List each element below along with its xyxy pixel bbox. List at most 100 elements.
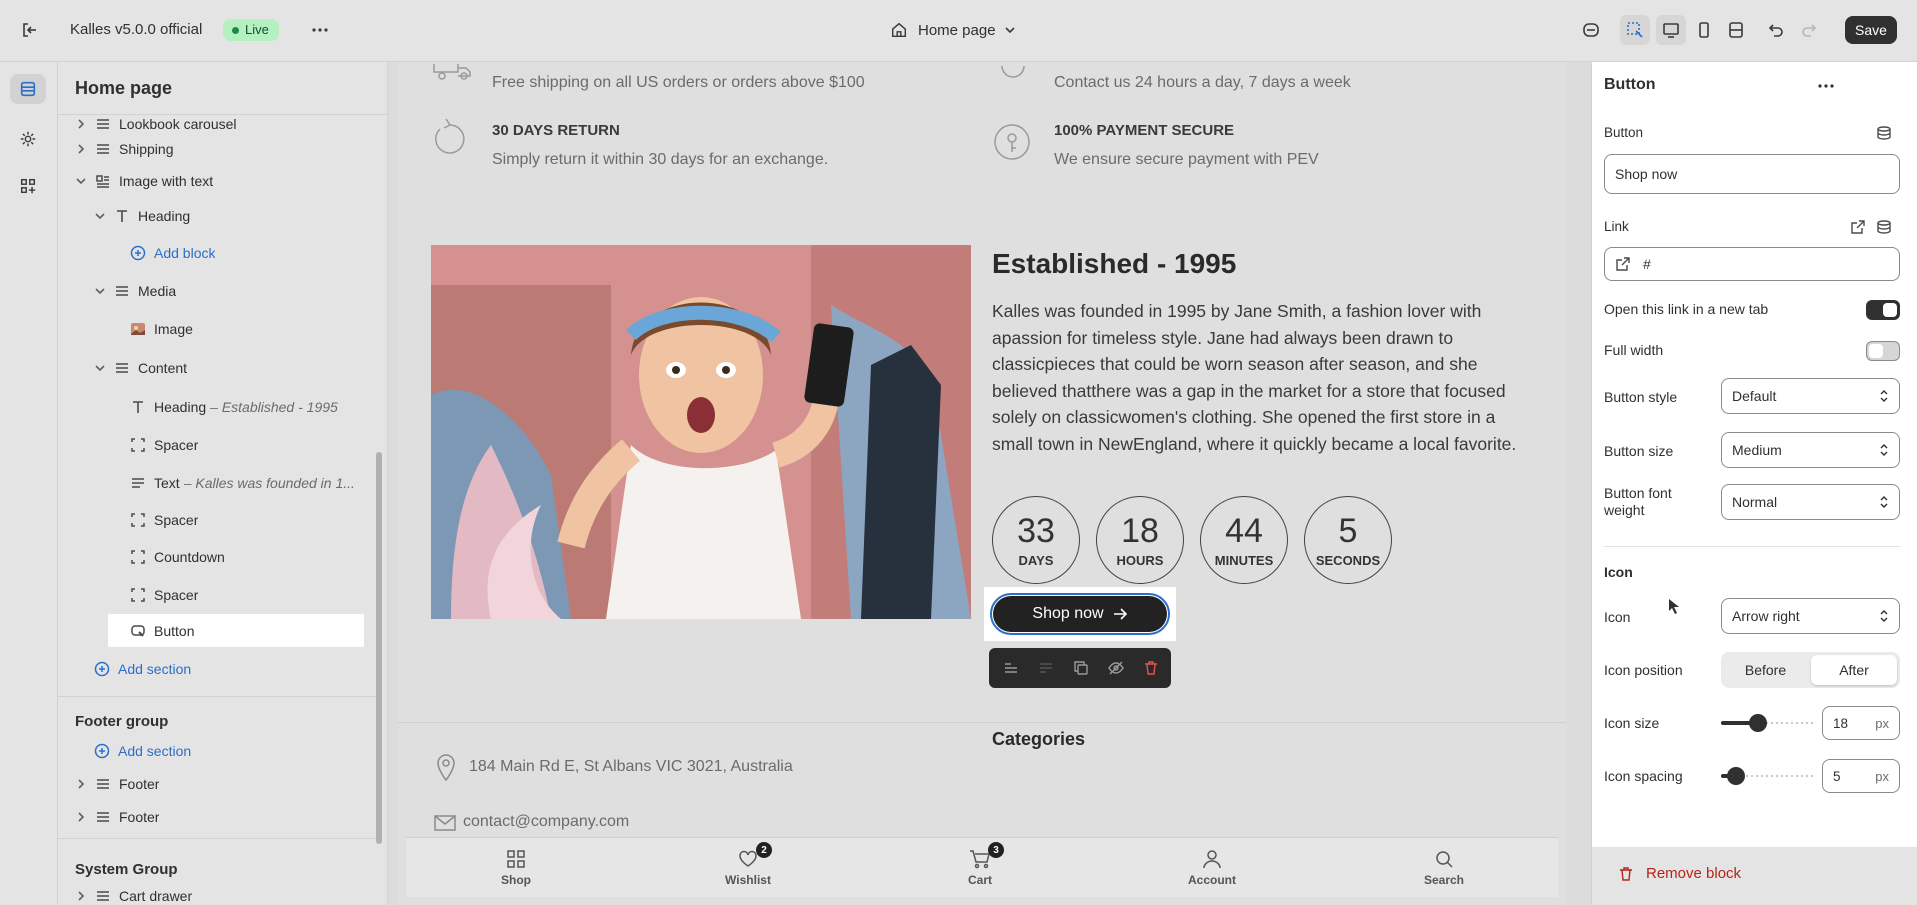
tree-item-label: Image [154, 321, 193, 337]
tree-item-label: Image with text [119, 173, 214, 189]
font-weight-value: Normal [1732, 494, 1778, 510]
tree-item-spacer[interactable]: Spacer [130, 505, 387, 535]
external-link-icon[interactable] [1850, 219, 1866, 235]
chevron-right-icon[interactable] [75, 143, 87, 155]
tree-item-sublabel: – Kalles was founded in 1... [183, 475, 355, 491]
tree-item-footer[interactable]: Footer [75, 769, 385, 799]
tree-item-label: Button [154, 623, 195, 639]
wishlist-badge: 2 [756, 842, 772, 858]
icon-section-title: Icon [1604, 564, 1633, 580]
tree-item-media[interactable]: Media [94, 276, 387, 306]
toggle-knob [1883, 303, 1897, 317]
feature-title: 30 DAYS RETURN [492, 122, 620, 139]
button-size-select[interactable]: Medium [1721, 432, 1900, 468]
chevron-right-icon[interactable] [75, 890, 87, 902]
add-block-button[interactable]: Add block [130, 238, 387, 268]
database-icon[interactable] [1876, 125, 1892, 141]
nav-shop[interactable]: Shop [456, 838, 576, 898]
chevron-right-icon[interactable] [75, 811, 87, 823]
tree-item-cart-drawer[interactable]: Cart drawer [75, 888, 385, 904]
search-icon [1434, 849, 1454, 869]
icon-spacing-input[interactable]: 5 px [1822, 759, 1900, 793]
add-section-button[interactable]: Add section [94, 654, 387, 684]
redo-icon[interactable] [1800, 20, 1820, 40]
save-button[interactable]: Save [1845, 16, 1897, 44]
unit-label: px [1875, 768, 1889, 784]
sidekick-icon[interactable] [1581, 20, 1601, 40]
button-icon [130, 623, 146, 639]
add-section-label: Add section [118, 661, 192, 677]
move-block-icon[interactable] [1003, 660, 1019, 676]
font-weight-select[interactable]: Normal [1721, 484, 1900, 520]
new-tab-toggle[interactable] [1866, 300, 1900, 320]
chevron-right-icon[interactable] [75, 118, 87, 130]
exit-icon[interactable] [20, 20, 40, 40]
button-text-input[interactable]: Shop now [1604, 154, 1900, 194]
icon-position-after[interactable]: After [1811, 655, 1897, 685]
tree-item-countdown[interactable]: Countdown [130, 542, 387, 572]
page-selector[interactable]: Home page [890, 18, 1016, 42]
move-down-icon[interactable] [1038, 660, 1054, 676]
nav-account[interactable]: Account [1152, 838, 1272, 898]
more-horizontal-icon[interactable] [1816, 76, 1836, 96]
slider-thumb[interactable] [1749, 714, 1767, 732]
icon-size-input[interactable]: 18 px [1822, 706, 1900, 740]
apps-icon[interactable] [19, 177, 37, 195]
tree-item-footer[interactable]: Footer [75, 802, 385, 832]
full-width-toggle[interactable] [1866, 341, 1900, 361]
tree-item-heading-established[interactable]: Heading – Established - 1995 [130, 392, 380, 422]
nav-cart[interactable]: 3 Cart [920, 838, 1040, 898]
feature-desc: We ensure secure payment with PEV [1054, 151, 1319, 168]
footer-add-section-button[interactable]: Add section [94, 736, 387, 766]
link-input[interactable]: # [1604, 247, 1900, 281]
tree-item-image-with-text[interactable]: Image with text [75, 166, 385, 196]
button-style-select[interactable]: Default [1721, 378, 1900, 414]
hide-icon[interactable] [1108, 660, 1124, 676]
nav-label: Shop [501, 873, 531, 887]
icon-size-value: 18 [1833, 715, 1849, 731]
chevron-right-icon[interactable] [75, 778, 87, 790]
icon-spacing-slider[interactable] [1721, 767, 1816, 785]
icon-size-slider[interactable] [1721, 714, 1816, 732]
nav-search[interactable]: Search [1384, 838, 1504, 898]
chevron-down-icon[interactable] [75, 175, 87, 187]
database-icon[interactable] [1876, 219, 1892, 235]
top-bar: Kalles v5.0.0 official Live Home page Sa… [0, 0, 1917, 62]
tree-item-lookbook-carousel[interactable]: Lookbook carousel [75, 115, 385, 133]
tree-item-content[interactable]: Content [94, 353, 387, 383]
shop-now-button[interactable]: Shop now [990, 593, 1170, 635]
tree-item-heading-group[interactable]: Heading [94, 201, 387, 231]
undo-icon[interactable] [1765, 20, 1785, 40]
slider-thumb[interactable] [1727, 767, 1745, 785]
fullwidth-icon[interactable] [1726, 20, 1746, 40]
mobile-icon[interactable] [1694, 20, 1714, 40]
nav-wishlist[interactable]: 2 Wishlist [688, 838, 808, 898]
section-icon [95, 116, 111, 132]
remove-block-button[interactable]: Remove block [1618, 865, 1741, 882]
duplicate-icon[interactable] [1073, 660, 1089, 676]
delete-icon[interactable] [1143, 660, 1159, 676]
select-arrows-icon [1879, 495, 1889, 509]
chevron-down-icon[interactable] [94, 362, 106, 374]
panel-scrollbar[interactable] [376, 452, 382, 844]
tree-item-image[interactable]: Image [130, 314, 387, 344]
feature-image[interactable] [431, 245, 971, 619]
chevron-down-icon[interactable] [94, 210, 106, 222]
cart-badge: 3 [988, 842, 1004, 858]
tree-item-shipping[interactable]: Shipping [75, 134, 385, 164]
tree-item-text[interactable]: Text – Kalles was founded in 1... [130, 468, 380, 498]
more-horizontal-icon[interactable] [310, 20, 330, 40]
tree-item-label: Spacer [154, 512, 199, 528]
button-style-value: Default [1732, 388, 1777, 404]
desktop-icon [1661, 20, 1681, 40]
chevron-down-icon[interactable] [94, 285, 106, 297]
tree-item-spacer[interactable]: Spacer [130, 430, 387, 460]
tree-item-button[interactable]: Button [130, 616, 387, 646]
image-icon [130, 321, 146, 337]
arrow-right-icon [1112, 606, 1128, 622]
settings-gear-icon[interactable] [19, 130, 37, 148]
icon-select[interactable]: Arrow right [1721, 598, 1900, 634]
section-icon [95, 888, 111, 904]
tree-item-spacer[interactable]: Spacer [130, 580, 387, 610]
icon-position-before[interactable]: Before [1721, 652, 1810, 688]
